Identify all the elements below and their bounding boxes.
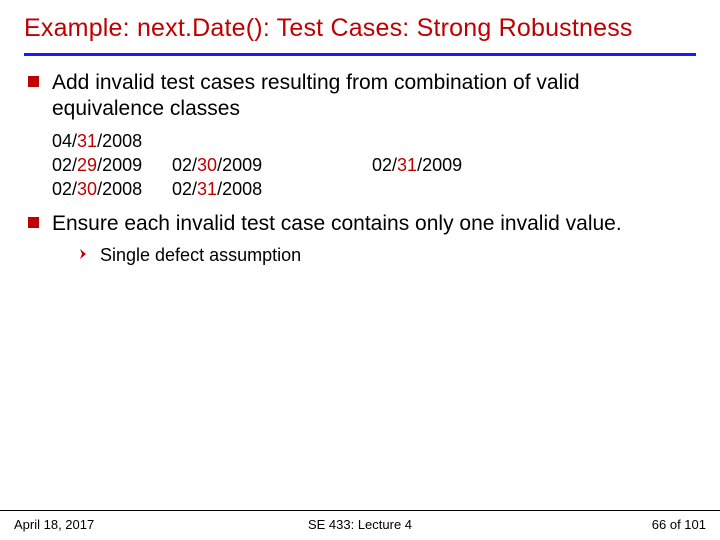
bullet-list: Add invalid test cases resulting from co… [24, 70, 696, 123]
sub-bullet-item: Single defect assumption [78, 244, 696, 267]
square-bullet-icon [28, 76, 39, 87]
date-cell: 02/30/2009 [172, 153, 372, 177]
dates-row-1: 04/31/2008 [52, 129, 696, 153]
date-cell: 02/31/2009 [372, 153, 492, 177]
slide: Example: next.Date(): Test Cases: Strong… [0, 0, 720, 540]
dates-row-3: 02/30/2008 02/31/2008 [52, 177, 696, 201]
footer-date: April 18, 2017 [14, 517, 94, 532]
bullet-item-2: Ensure each invalid test case contains o… [24, 211, 696, 237]
square-bullet-icon [28, 217, 39, 228]
footer-page: 66 of 101 [652, 517, 706, 532]
bullet-item-1: Add invalid test cases resulting from co… [24, 70, 696, 123]
dates-row-2: 02/29/2009 02/30/2009 02/31/2009 [52, 153, 696, 177]
date-cell: 02/29/2009 [52, 153, 172, 177]
date-cell: 02/30/2008 [52, 177, 172, 201]
title-rule [24, 53, 696, 56]
sub-bullet-list: Single defect assumption [24, 244, 696, 267]
date-cell: 02/31/2008 [172, 177, 292, 201]
bullet-text: Ensure each invalid test case contains o… [52, 212, 622, 235]
slide-footer: April 18, 2017 SE 433: Lecture 4 66 of 1… [0, 510, 720, 540]
sub-bullet-text: Single defect assumption [100, 245, 301, 265]
slide-title: Example: next.Date(): Test Cases: Strong… [24, 14, 696, 43]
date-cell: 04/31/2008 [52, 129, 172, 153]
footer-course: SE 433: Lecture 4 [308, 517, 412, 532]
dates-block: 04/31/2008 02/29/2009 02/30/2009 02/31/2… [24, 129, 696, 202]
bullet-list-2: Ensure each invalid test case contains o… [24, 211, 696, 237]
bullet-text: Add invalid test cases resulting from co… [52, 71, 580, 120]
